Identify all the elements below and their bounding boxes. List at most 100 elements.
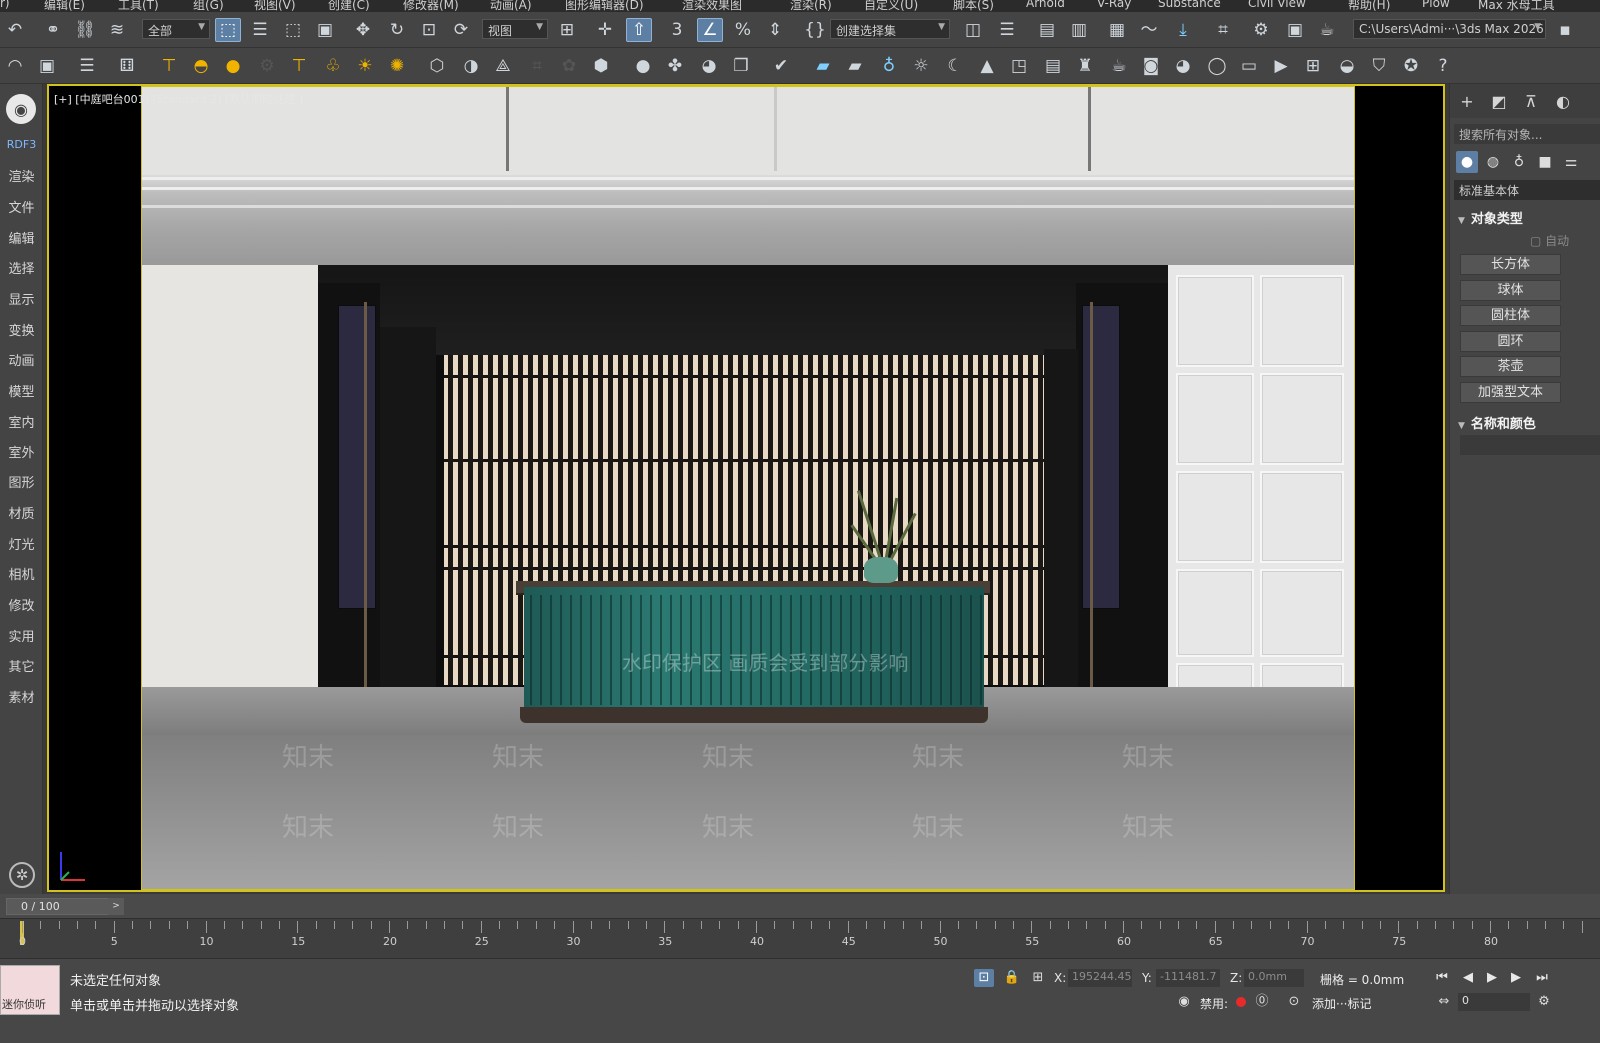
helpers-icon[interactable]: ⚌ [1560,151,1582,173]
schematic-icon[interactable]: ⌗ [1210,18,1236,42]
strip-item-utility[interactable]: 实用 [0,626,43,645]
keyboard-shortcut-icon[interactable]: ⇧ [626,18,652,42]
doc-icon[interactable]: ▤ [1040,54,1066,78]
z-coordinate-field[interactable]: 0.0mm [1244,969,1304,987]
teapot-icon[interactable]: ☕ [1106,54,1132,78]
absolute-mode-icon[interactable]: ⊞ [1028,969,1048,987]
modify-tab-icon[interactable]: ◩ [1488,92,1510,112]
palette-icon[interactable]: ◕ [1170,54,1196,78]
link-icon[interactable]: ⚭ [40,18,66,42]
menu-item-modifiers[interactable]: 修改器(M) [403,0,459,12]
menu-item-edit[interactable]: 编辑(E) [44,0,85,12]
prev-frame-icon[interactable]: ◀ [1458,969,1478,987]
strip-item-transform[interactable]: 变换 [0,320,43,339]
clay-icon[interactable]: ⟁ [490,54,516,78]
sphere-button[interactable]: 球体 [1460,280,1561,301]
strip-item-animation[interactable]: 动画 [0,350,43,369]
scene-explorer-icon[interactable]: ▤ [1034,18,1060,42]
motion-tab-icon[interactable]: ◐ [1552,92,1574,112]
hierarchy-tab-icon[interactable]: ⊼ [1520,92,1542,112]
reference-coord-dropdown[interactable]: 视图 ▼ [482,19,548,39]
strip-item-model[interactable]: 模型 [0,381,43,400]
project-folder-icon[interactable]: ▪ [1552,18,1578,42]
texture-icon[interactable]: ⬢ [588,54,614,78]
toggle-ribbon-icon[interactable]: ▦ [1104,18,1130,42]
maxscript-listener[interactable]: 迷你侦听 [0,965,60,1015]
menu-item-substance[interactable]: Substance [1158,0,1221,10]
manipulate-icon[interactable]: ✛ [592,18,618,42]
render-setup-icon[interactable]: ▣ [1282,18,1308,42]
strip-item-camera[interactable]: 相机 [0,564,43,583]
sun-icon[interactable]: ☀ [352,54,378,78]
lights-icon[interactable]: ♁ [1508,151,1530,173]
next-frame-button-icon[interactable]: ▶ [1506,969,1526,987]
selection-filter-dropdown[interactable]: 全部 ▼ [142,19,210,39]
time-config-icon[interactable]: ⚙ [1534,993,1554,1011]
shapes-icon[interactable]: ◍ [1482,151,1504,173]
object-type-rollout[interactable]: ▼ 对象类型 [1458,208,1523,227]
strip-item-assets[interactable]: 素材 [0,687,43,706]
geometry-icon[interactable]: ● [1456,151,1478,173]
scale-icon[interactable]: ⊡ [416,18,442,42]
next-frame-icon[interactable]: > [108,898,124,915]
menu-item-views[interactable]: 视图(V) [254,0,296,12]
strip-item-modify[interactable]: 修改 [0,595,43,614]
named-selection-dropdown[interactable]: 创建选择集 ▼ [830,19,950,39]
unlink-icon[interactable]: ⛓ [72,18,98,42]
auto-key-record-icon[interactable] [1236,997,1246,1007]
select-object-icon[interactable]: ⬚ [215,18,241,42]
angle-snap-icon[interactable]: ∠ [697,18,723,42]
play-render-icon[interactable]: ▶ [1268,54,1294,78]
window-icon[interactable]: ▭ [1236,54,1262,78]
snap-3d-icon[interactable]: 3 [664,18,690,42]
vray-icon[interactable]: ✔ [768,54,794,78]
torus-button[interactable]: 圆环 [1460,331,1561,352]
undo-icon[interactable]: ↶ [2,18,28,42]
render-camera-icon[interactable]: ▰ [810,54,836,78]
menu-item-group[interactable]: 组(G) [193,0,224,12]
name-color-rollout[interactable]: ▼ 名称和颜色 [1458,413,1536,432]
sun-light-icon[interactable]: ☼ [908,54,934,78]
align-icon[interactable]: ☰ [994,18,1020,42]
strip-item-interior[interactable]: 室内 [0,412,43,431]
goto-start-icon[interactable]: ⏮ [1432,969,1452,987]
autogrid-checkbox[interactable]: ▢ 自动 [1530,232,1569,249]
omni-light-icon[interactable]: ♧ [320,54,346,78]
viewport-label[interactable]: [+] [中庭吧台001] [Standard 2] [默认明暗处理 ] [54,91,303,107]
vray-light-icon[interactable]: ◠ [2,54,28,78]
edit-named-sets-icon[interactable]: {} [802,18,828,42]
shield-icon[interactable]: ⛉ [1366,54,1392,78]
render-icon[interactable]: ☕ [1314,18,1340,42]
spot-light-icon[interactable]: ⊤ [286,54,312,78]
project-path-dropdown[interactable]: C:\Users\Admi···\3ds Max 2026 ▼ [1353,19,1546,39]
frame-buffer-icon[interactable]: ◳ [1006,54,1032,78]
spinner-snap-icon[interactable]: ⇕ [762,18,788,42]
rotate-icon[interactable]: ↻ [384,18,410,42]
plugin-logo-icon[interactable]: ◉ [6,94,36,124]
cameras-icon[interactable]: ■ [1534,151,1556,173]
curve-editor-icon[interactable]: 〜 [1136,18,1162,42]
current-frame-spinner[interactable]: 0 [1458,993,1530,1011]
strip-item-material[interactable]: 材质 [0,503,43,522]
menu-item-create[interactable]: 创建(C) [328,0,370,12]
x-coordinate-field[interactable]: 195244.45 [1068,969,1132,987]
placement-icon[interactable]: ⟳ [448,18,474,42]
adaptive-degradation-icon[interactable]: ◉ [1174,993,1194,1011]
strip-item-render[interactable]: 渲染 [0,166,43,185]
menu-item-graph-editors[interactable]: 图形编辑器(D) [565,0,644,12]
percent-snap-icon[interactable]: % [730,18,756,42]
menu-item-max-tools[interactable]: Max 水母工具 [1478,0,1555,12]
rect-selection-icon[interactable]: ⬚ [280,18,306,42]
window-crossing-icon[interactable]: ▣ [312,18,338,42]
menu-item-tools[interactable]: 工具(T) [118,0,159,12]
list-icon[interactable]: ☰ [74,54,100,78]
time-slider-thumb[interactable]: 0 / 100 [6,898,116,915]
teapot-button[interactable]: 茶壶 [1460,356,1561,377]
paint-icon[interactable]: ◕ [696,54,722,78]
camera-rig-icon[interactable]: ⚅ [114,54,140,78]
sphere-light-icon[interactable]: ● [220,54,246,78]
strip-item-other[interactable]: 其它 [0,656,43,675]
bulb-icon[interactable]: ◯ [1204,54,1230,78]
text-plus-button[interactable]: 加强型文本 [1460,382,1561,403]
create-tab-icon[interactable]: + [1456,92,1478,112]
